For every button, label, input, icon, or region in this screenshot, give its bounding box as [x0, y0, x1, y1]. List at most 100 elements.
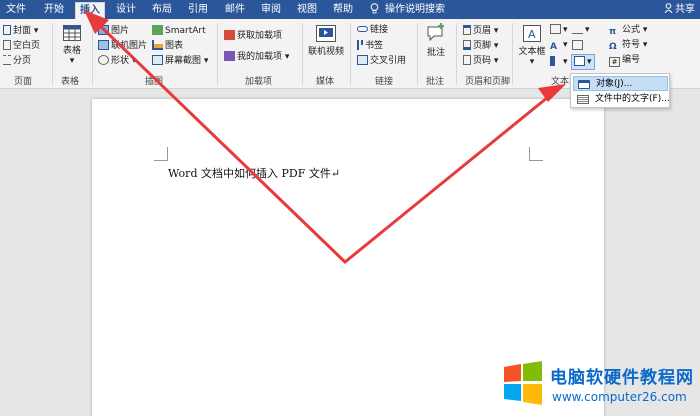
online-picture-icon [98, 40, 109, 50]
cross-reference-button[interactable]: 交叉引用 [357, 55, 406, 67]
header-label: 页眉 [473, 26, 492, 36]
number-button[interactable]: # 编号 [609, 55, 640, 67]
date-time-button[interactable] [572, 40, 585, 52]
equation-button[interactable]: π 公式 ▾ [609, 25, 647, 37]
tab-help[interactable]: 帮助 [331, 0, 355, 19]
number-label: 编号 [622, 55, 641, 65]
tell-me-search[interactable]: 操作说明搜索 [370, 0, 445, 19]
page-break-button[interactable]: 分页 [3, 55, 31, 67]
cover-page-button[interactable]: 封面 ▾ [3, 25, 38, 37]
screenshot-label: 屏幕截图 [165, 56, 202, 66]
smartart-button[interactable]: SmartArt [152, 25, 206, 37]
video-icon [316, 25, 336, 42]
lightbulb-icon [370, 3, 379, 14]
share-button[interactable]: 共享 [664, 0, 695, 19]
tab-home[interactable]: 开始 [42, 0, 66, 19]
bookmark-label: 书签 [365, 41, 384, 51]
footer-label: 页脚 [473, 41, 492, 51]
group-separator [350, 23, 351, 85]
tab-view[interactable]: 视图 [295, 0, 319, 19]
tab-review[interactable]: 审阅 [259, 0, 283, 19]
header-button[interactable]: 页眉 ▾ [463, 25, 498, 37]
page-number-button[interactable]: 页码 ▾ [463, 55, 498, 67]
page-number-icon [463, 55, 471, 65]
watermark-title: 电脑软硬件教程网 [550, 368, 694, 388]
tab-file[interactable]: 文件 [4, 0, 28, 19]
cross-reference-label: 交叉引用 [370, 56, 407, 66]
online-picture-button[interactable]: 联机图片 [98, 40, 147, 52]
picture-button[interactable]: 图片 [98, 25, 129, 37]
object-icon [574, 56, 585, 66]
chart-button[interactable]: 图表 [152, 40, 183, 52]
text-file-icon [577, 95, 589, 104]
online-video-label: 联机视频 [307, 47, 344, 57]
menu-item-text-from-file[interactable]: 文件中的文字(F)... [573, 92, 670, 107]
bookmark-button[interactable]: 书签 [357, 40, 383, 52]
online-picture-label: 联机图片 [111, 41, 148, 51]
ribbon-tab-bar: 文件 开始 插入 设计 布局 引用 邮件 审阅 视图 帮助 操作说明搜索 共享 [0, 0, 700, 19]
group-label-comments: 批注 [426, 77, 445, 87]
blank-page-button[interactable]: 空白页 [3, 40, 40, 52]
table-button[interactable]: 表格 ▾ [56, 25, 88, 66]
group-separator [92, 23, 93, 85]
link-button[interactable]: 链接 [357, 25, 388, 36]
svg-text:A: A [528, 28, 536, 41]
text-box-button[interactable]: A 文本框 ▾ [516, 25, 548, 67]
group-label-addins: 加载项 [245, 77, 273, 87]
blank-page-label: 空白页 [13, 41, 41, 51]
group-separator [512, 23, 513, 85]
object-button[interactable]: ▾ [571, 54, 595, 70]
screenshot-button[interactable]: 屏幕截图 ▾ [152, 55, 208, 67]
my-addins-button[interactable]: 我的加载项 ▾ [224, 51, 289, 63]
picture-label: 图片 [111, 26, 130, 36]
text-box-icon: A [523, 25, 541, 42]
document-text[interactable]: Word 文档中如何插入 PDF 文件↵ [168, 165, 340, 181]
margin-mark-top-left [154, 147, 168, 161]
link-icon [357, 26, 368, 32]
person-icon [664, 3, 673, 14]
wordart-button[interactable]: A ▾ [550, 40, 568, 52]
site-watermark: 电脑软硬件教程网 www.computer26.com [498, 357, 700, 416]
new-comment-button[interactable]: 批注 [420, 23, 452, 58]
link-label: 链接 [370, 25, 389, 35]
group-label-illustrations: 插图 [145, 77, 164, 87]
table-label: 表格 [62, 46, 81, 56]
quick-parts-button[interactable]: ▾ [550, 24, 568, 36]
tab-insert[interactable]: 插入 [75, 2, 105, 19]
blank-page-icon [3, 40, 11, 50]
store-icon [224, 30, 235, 40]
table-icon [63, 25, 81, 41]
get-addins-button[interactable]: 获取加载项 [224, 30, 282, 42]
symbol-button[interactable]: Ω 符号 ▾ [609, 40, 647, 52]
page-break-label: 分页 [13, 56, 32, 66]
bookmark-icon [357, 40, 363, 50]
cross-reference-icon [357, 55, 368, 65]
page-break-icon [3, 55, 11, 65]
comment-icon [427, 23, 444, 42]
group-label-header-footer: 页眉和页脚 [465, 77, 511, 87]
drop-cap-button[interactable]: ▾ [550, 56, 568, 68]
shapes-label: 形状 [111, 56, 130, 66]
menu-item-object[interactable]: 对象(J)... [573, 76, 668, 91]
tab-references[interactable]: 引用 [186, 0, 210, 19]
pi-icon: π [609, 27, 617, 37]
group-separator [456, 23, 457, 85]
chart-label: 图表 [165, 41, 184, 51]
smartart-label: SmartArt [165, 26, 206, 36]
equation-label: 公式 [622, 25, 641, 35]
addins-icon [224, 51, 235, 61]
signature-line-button[interactable]: ▾ [572, 24, 590, 36]
footer-button[interactable]: 页脚 ▾ [463, 40, 498, 52]
online-video-button[interactable]: 联机视频 [306, 25, 346, 57]
group-separator [417, 23, 418, 85]
header-icon [463, 25, 471, 35]
quick-parts-icon [550, 24, 561, 34]
tab-design[interactable]: 设计 [114, 0, 138, 19]
calendar-icon [572, 40, 583, 50]
margin-mark-top-right [529, 147, 543, 161]
tab-layout[interactable]: 布局 [150, 0, 174, 19]
smartart-icon [152, 25, 163, 35]
shapes-button[interactable]: 形状 ▾ [98, 55, 136, 67]
tab-mailings[interactable]: 邮件 [223, 0, 247, 19]
symbol-label: 符号 [622, 40, 641, 50]
